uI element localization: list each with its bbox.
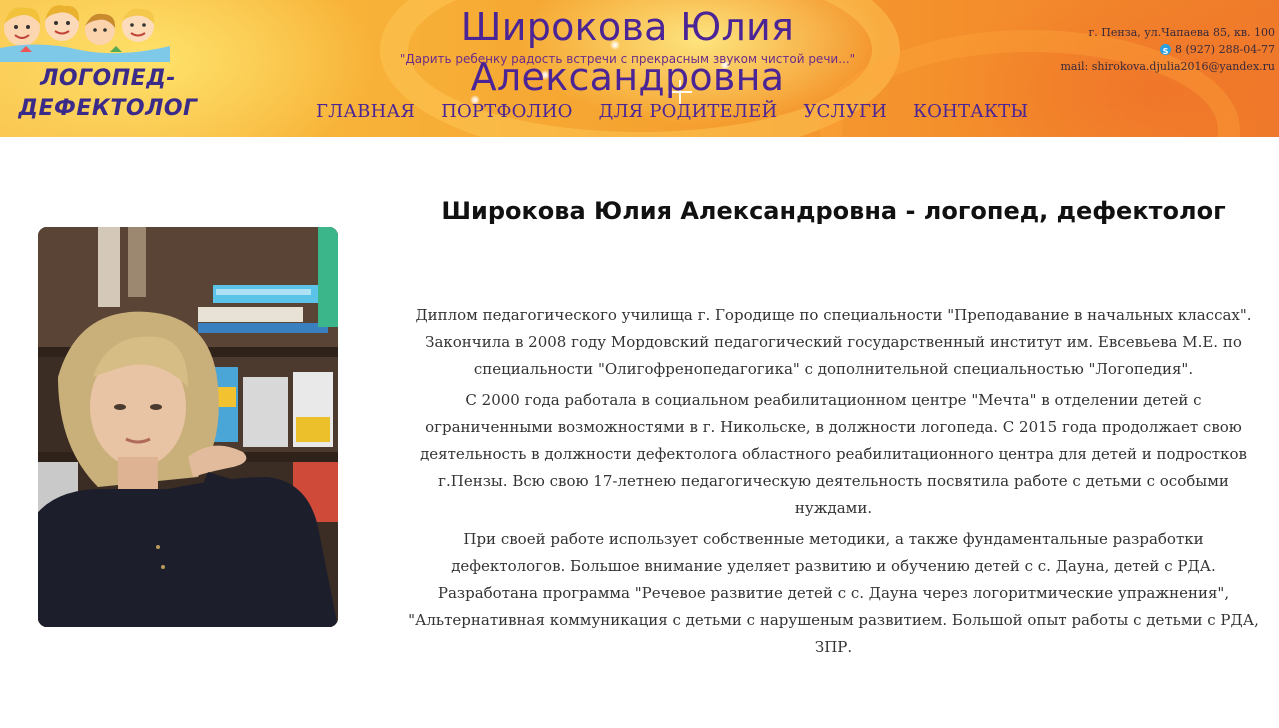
site-header: ЛОГОПЕД- ДЕФЕКТОЛОГ Широкова Юлия Алекса…	[0, 0, 1279, 137]
page-title: Широкова Юлия Александровна - логопед, д…	[441, 197, 1226, 225]
logo-text: ЛОГОПЕД- ДЕФЕКТОЛОГ	[18, 64, 198, 124]
nav-item-services[interactable]: УСЛУГИ	[790, 98, 900, 126]
children-faces-icon	[0, 5, 170, 62]
site-logo[interactable]: ЛОГОПЕД- ДЕФЕКТОЛОГ	[0, 0, 200, 137]
portrait-image	[38, 227, 338, 627]
contact-email[interactable]: mail: shirokova.djulia2016@yandex.ru	[1015, 58, 1276, 75]
nav-item-contacts[interactable]: КОНТАКТЫ	[900, 98, 1041, 126]
bio-paragraph: Диплом педагогического училища г. Городи…	[415, 306, 1252, 324]
bio-paragraph: С 2000 года работала в социальном реабил…	[420, 391, 1247, 517]
biography-text: Диплом педагогического училища г. Городи…	[408, 302, 1259, 665]
nav-item-for-parents[interactable]: ДЛЯ РОДИТЕЛЕЙ	[586, 98, 791, 126]
bio-paragraph: При своей работе использует собственные …	[408, 530, 1259, 656]
contact-phone-row: 8 (927) 288-04-77	[1015, 41, 1275, 60]
main-navigation: ГЛАВНАЯ ПОРТФОЛИО ДЛЯ РОДИТЕЛЕЙ УСЛУГИ К…	[303, 98, 1041, 126]
profile-photo	[38, 227, 338, 627]
skype-icon[interactable]	[1160, 43, 1171, 60]
logo-line-2: ДЕФЕКТОЛОГ	[18, 96, 198, 121]
nav-item-home[interactable]: ГЛАВНАЯ	[303, 98, 428, 126]
site-slogan: "Дарить ребенку радость встречи с прекра…	[399, 52, 856, 66]
contact-phone[interactable]: 8 (927) 288-04-77	[1175, 41, 1275, 58]
contact-info: г. Пенза, ул.Чапаева 85, кв. 100 8 (927)…	[1015, 24, 1276, 75]
contact-address: г. Пенза, ул.Чапаева 85, кв. 100	[1088, 26, 1275, 39]
bio-paragraph: Закончила в 2008 году Мордовский педагог…	[425, 333, 1242, 378]
logo-line-1: ЛОГОПЕД-	[40, 66, 176, 91]
nav-item-portfolio[interactable]: ПОРТФОЛИО	[428, 98, 586, 126]
